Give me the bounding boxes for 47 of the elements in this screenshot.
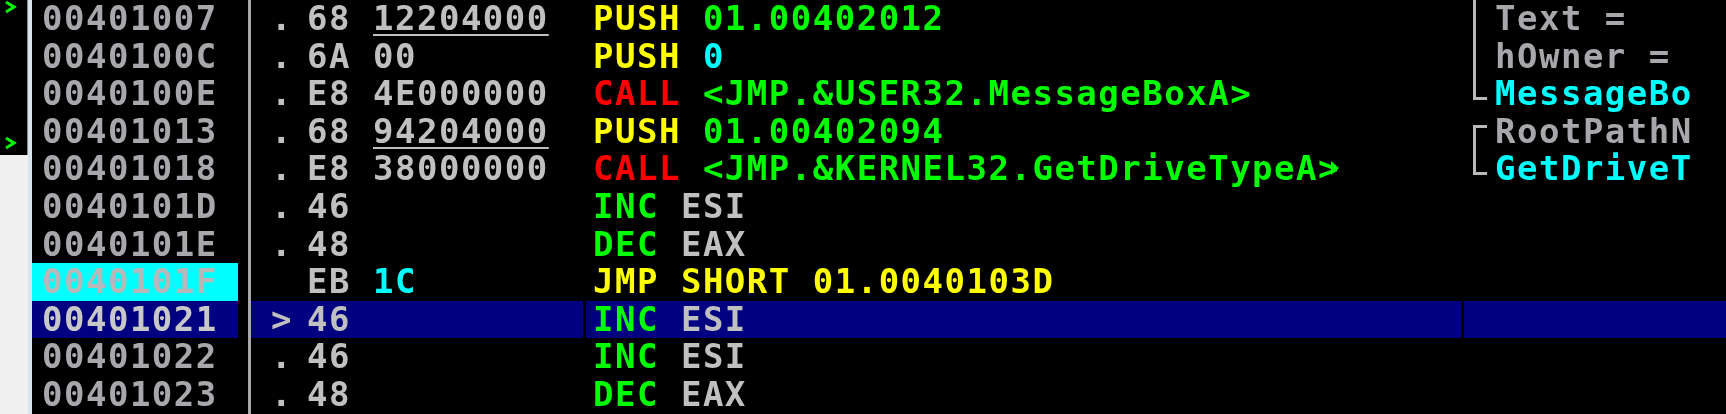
comment-text: RootPathN [1495,112,1693,151]
opcode-bytes: 48 [307,375,352,414]
operand-bytes: 1C [373,263,417,301]
opcode-bytes: E8 [307,75,352,113]
comment-text: GetDriveT [1495,150,1693,188]
operand-bytes: 94204000 [373,112,549,151]
mnemonic: PUSH [593,0,681,38]
bracket-line [1473,124,1487,151]
chevron-icon [4,136,18,150]
opcode-bytes: 46 [307,300,352,339]
address-cell-text: 00401023 [41,375,219,414]
opcode-bytes: EB [307,263,352,301]
comment-text: hOwner = [1495,37,1671,76]
comment-text: MessageBo [1495,75,1693,113]
opcode-bytes: 48 [307,225,352,264]
opcode-bytes: 68 [307,112,352,151]
address-cell-text: 00401013 [41,112,219,151]
operand-bytes: 00 [373,37,417,76]
byte-marker: . [271,35,293,76]
operand-bytes: 12204000 [373,0,549,38]
mnemonic: PUSH [593,35,681,76]
address-cell: 00401021 [32,300,238,339]
operand: EAX [680,223,747,264]
jump-destination-marker: > [271,298,293,339]
address-cell-text: 00401018 [41,150,219,188]
opcode-bytes: 46 [307,187,352,226]
address-cell-text: 0040100E [41,75,219,113]
byte-marker: . [271,223,293,264]
opcode-bytes: 68 [307,0,352,38]
bracket-line [1473,150,1487,176]
chevron-icon [4,0,18,14]
operand: 0 [702,35,725,76]
address-cell-text: 0040101E [41,225,219,264]
address-cell: 0040101F [32,263,238,301]
address-cell-text: 00401007 [41,0,219,38]
address-cell-text: 00401022 [41,338,219,376]
address-cell-text: 0040101D [41,187,219,226]
operand-bytes: 38000000 [373,150,549,188]
address-cell-text: 0040100C [41,37,219,76]
byte-marker: . [271,0,293,38]
comment-text: Text = [1495,0,1627,38]
opcode-bytes: 6A [307,37,352,76]
mnemonic: DEC [593,223,659,264]
opcode-bytes: 46 [307,338,352,376]
operand: 01.00402012 [702,0,945,38]
opcode-bytes: E8 [307,150,352,188]
operand-bytes: 4E000000 [373,75,549,113]
